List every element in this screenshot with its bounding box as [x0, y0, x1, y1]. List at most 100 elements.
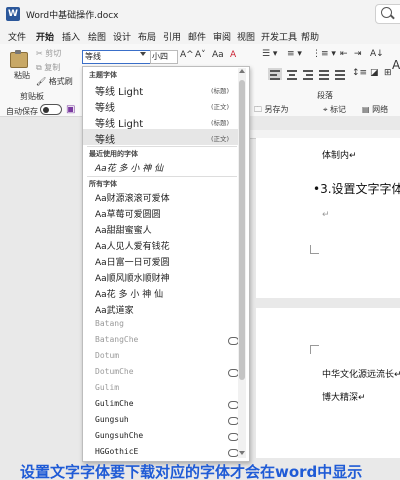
- font-option-tag: (正文): [211, 103, 230, 111]
- align-right-line: [306, 74, 313, 76]
- font-option[interactable]: Aa人见人爱有钱花: [83, 237, 241, 253]
- decrease-indent-icon[interactable]: ⇤: [340, 49, 348, 59]
- word-app-icon: W: [6, 7, 20, 21]
- shading-icon[interactable]: ◪: [370, 68, 379, 78]
- font-option[interactable]: Aa顺风顺水顺财神: [83, 269, 241, 285]
- distribute-line[interactable]: [335, 70, 345, 72]
- menu-insert[interactable]: 插入: [62, 30, 80, 43]
- font-option-name: Gungsuh: [95, 415, 129, 424]
- font-option[interactable]: Aa花 多 小 神 仙: [83, 159, 241, 175]
- divider: [87, 176, 237, 177]
- justify-line: [319, 78, 329, 80]
- font-option-name: Aa花 多 小 神 仙: [95, 290, 164, 300]
- clipboard-group-label: 剪贴板: [20, 92, 44, 101]
- align-left-line: [270, 70, 280, 72]
- font-option-name: Aa甜甜蜜蜜人: [95, 226, 152, 236]
- shrink-font-button[interactable]: A˅: [195, 50, 206, 60]
- border-icon[interactable]: ⊞: [384, 68, 392, 78]
- font-option[interactable]: BatangChe: [83, 333, 241, 349]
- caption-banner: 设置文字字体要下载对应的字体才会在word中显示: [0, 461, 400, 480]
- font-option[interactable]: Gulim: [83, 381, 241, 397]
- font-option-selected[interactable]: 等线 (正文): [83, 129, 241, 146]
- menu-mailings[interactable]: 邮件: [188, 30, 206, 43]
- menu-design[interactable]: 设计: [113, 30, 131, 43]
- font-option[interactable]: Aa日富一日可爱圆: [83, 253, 241, 269]
- menu-view[interactable]: 视图: [237, 30, 255, 43]
- font-name-value: 等线: [85, 52, 101, 61]
- bullets-icon[interactable]: ☰ ▾: [262, 49, 277, 59]
- font-option-name: 等线 Light: [95, 119, 144, 130]
- font-option[interactable]: 等线 Light (标题): [83, 81, 241, 98]
- cut-label: 剪切: [45, 49, 62, 58]
- align-right-line[interactable]: [303, 70, 313, 72]
- font-option[interactable]: GulimChe: [83, 397, 241, 413]
- font-option[interactable]: Batang: [83, 317, 241, 333]
- scroll-up-icon[interactable]: [239, 69, 245, 73]
- page[interactable]: [256, 308, 400, 458]
- format-painter-label: 格式刷: [48, 77, 73, 86]
- font-option-name: Gulim: [95, 383, 120, 392]
- autosave-toggle[interactable]: [40, 104, 62, 115]
- font-option[interactable]: Aa武道家: [83, 301, 241, 317]
- increase-indent-icon[interactable]: ⇥: [354, 49, 362, 59]
- menu-review[interactable]: 审阅: [213, 30, 231, 43]
- menu-help[interactable]: 帮助: [301, 30, 319, 43]
- font-option[interactable]: Dotum: [83, 349, 241, 365]
- numbering-icon[interactable]: ≡ ▾: [287, 49, 302, 59]
- distribute-line: [335, 74, 345, 76]
- scroll-down-icon[interactable]: [239, 451, 245, 455]
- font-option-name: BatangChe: [95, 335, 139, 344]
- font-option[interactable]: Aa甜甜蜜蜜人: [83, 221, 241, 237]
- font-option-name: Aa武道家: [95, 306, 134, 316]
- font-option-tag: (标题): [211, 119, 230, 127]
- style-preview[interactable]: A: [392, 58, 400, 72]
- font-option[interactable]: Gungsuh: [83, 413, 241, 429]
- save-icon[interactable]: ▣: [66, 104, 75, 115]
- bookmark-button[interactable]: ⌖ 标记: [323, 104, 346, 115]
- format-painter-button[interactable]: 🖌 格式刷: [36, 76, 73, 87]
- change-case-button[interactable]: Aa: [212, 50, 224, 60]
- save-as-label: 另存为: [264, 105, 289, 114]
- font-option[interactable]: DotumChe: [83, 365, 241, 381]
- font-option-name: 等线 Light: [95, 87, 144, 98]
- scrollbar-thumb[interactable]: [239, 80, 245, 380]
- font-size-value: 小四: [152, 52, 168, 61]
- cut-button[interactable]: ✂ 剪切: [36, 48, 61, 59]
- align-center-line[interactable]: [287, 70, 297, 72]
- menu-draw[interactable]: 绘图: [88, 30, 106, 43]
- line-spacing-icon[interactable]: ↕≡: [352, 68, 367, 78]
- font-option[interactable]: Aa花 多 小 神 仙: [83, 285, 241, 301]
- font-option[interactable]: GungsuhChe: [83, 429, 241, 445]
- page-corner-mark: [310, 345, 319, 354]
- font-option[interactable]: Aa财源滚滚可爱体: [83, 189, 241, 205]
- theme-fonts-header: 主题字体: [89, 71, 117, 79]
- justify-line[interactable]: [319, 70, 329, 72]
- share-label: 网络: [372, 105, 389, 114]
- menu-references[interactable]: 引用: [163, 30, 181, 43]
- share-button[interactable]: ▤ 网络: [362, 104, 388, 115]
- clear-format-button[interactable]: A: [230, 50, 236, 60]
- paragraph-group-label: 段落: [317, 91, 333, 100]
- all-fonts-header: 所有字体: [89, 180, 117, 188]
- align-left-line: [270, 74, 277, 76]
- sort-icon[interactable]: A↓: [370, 49, 384, 59]
- font-option-name: Aa草莓可爱圆圆: [95, 210, 161, 220]
- menu-file[interactable]: 文件: [8, 30, 26, 43]
- font-option-name: Aa顺风顺水顺财神: [95, 274, 170, 284]
- font-name-dropdown-icon[interactable]: [140, 52, 146, 56]
- font-option[interactable]: 等线 (正文): [83, 97, 241, 114]
- menu-layout[interactable]: 布局: [138, 30, 156, 43]
- divider: [87, 146, 237, 147]
- font-option-name: Dotum: [95, 351, 120, 360]
- multilevel-icon[interactable]: ⋮≡ ▾: [312, 49, 336, 59]
- font-option[interactable]: 等线 Light (标题): [83, 113, 241, 130]
- menu-developer[interactable]: 开发工具: [261, 30, 297, 43]
- font-option[interactable]: HGGothicE: [83, 445, 241, 461]
- font-option[interactable]: Aa草莓可爱圆圆: [83, 205, 241, 221]
- grow-font-button[interactable]: A^: [180, 50, 194, 60]
- doc-line: ↵: [322, 210, 330, 220]
- search-icon[interactable]: [381, 7, 392, 18]
- copy-button[interactable]: ⧉ 复制: [36, 62, 60, 73]
- paste-label[interactable]: 粘贴: [14, 70, 30, 81]
- paste-icon[interactable]: [10, 50, 28, 68]
